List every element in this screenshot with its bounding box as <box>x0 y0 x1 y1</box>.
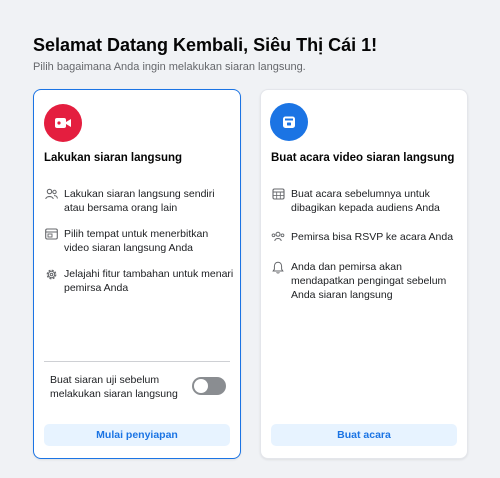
calendar-icon <box>270 103 308 141</box>
feature-text: Pemirsa bisa RSVP ke acara Anda <box>291 231 454 243</box>
toggle-label: Buat siaran uji sebelum melakukan siaran… <box>50 374 178 400</box>
page-title: Selamat Datang Kembali, Siêu Thị Cái 1! <box>33 35 378 55</box>
create-event-card-title: Buat acara video siaran langsung <box>271 152 455 164</box>
page-header: Selamat Datang Kembali, Siêu Thị Cái 1! … <box>33 34 473 74</box>
toggle-knob <box>194 379 208 393</box>
calendar-grid-icon <box>271 188 285 202</box>
start-setup-button[interactable]: Mulai penyiapan <box>44 424 230 446</box>
create-event-button[interactable]: Buat acara <box>271 424 457 446</box>
go-live-card[interactable]: Lakukan siaran langsung Lakukan siaran l… <box>33 89 241 459</box>
test-broadcast-toggle[interactable] <box>192 377 226 395</box>
feature-text: Lakukan siaran langsung sendiri atau ber… <box>64 188 215 214</box>
feature-item: Buat acara sebelumnya untuk dibagikan ke… <box>271 187 461 215</box>
video-camera-icon <box>44 104 82 142</box>
feature-item: Lakukan siaran langsung sendiri atau ber… <box>44 187 234 215</box>
create-event-card[interactable]: Buat acara video siaran langsung Buat ac… <box>260 89 468 459</box>
browser-window-icon <box>44 228 58 242</box>
go-live-card-title: Lakukan siaran langsung <box>44 152 183 164</box>
feature-text: Buat acara sebelumnya untuk dibagikan ke… <box>291 188 440 214</box>
feature-text: Jelajahi fitur tambahan untuk menari pem… <box>64 268 234 294</box>
feature-item: Pilih tempat untuk menerbitkan video sia… <box>44 227 234 255</box>
test-broadcast-toggle-row: Buat siaran uji sebelum melakukan siaran… <box>50 373 230 401</box>
people-icon <box>44 188 58 202</box>
feature-item: Jelajahi fitur tambahan untuk menari pem… <box>44 267 234 295</box>
feature-item: Pemirsa bisa RSVP ke acara Anda <box>271 230 461 245</box>
page-subtitle: Pilih bagaimana Anda ingin melakukan sia… <box>33 61 306 73</box>
gear-icon <box>44 268 58 282</box>
feature-text: Pilih tempat untuk menerbitkan video sia… <box>64 228 209 254</box>
group-icon <box>271 231 285 245</box>
bell-icon <box>271 261 285 275</box>
feature-text: Anda dan pemirsa akan mendapatkan pengin… <box>291 261 447 301</box>
feature-item: Anda dan pemirsa akan mendapatkan pengin… <box>271 260 461 302</box>
divider <box>44 361 230 362</box>
